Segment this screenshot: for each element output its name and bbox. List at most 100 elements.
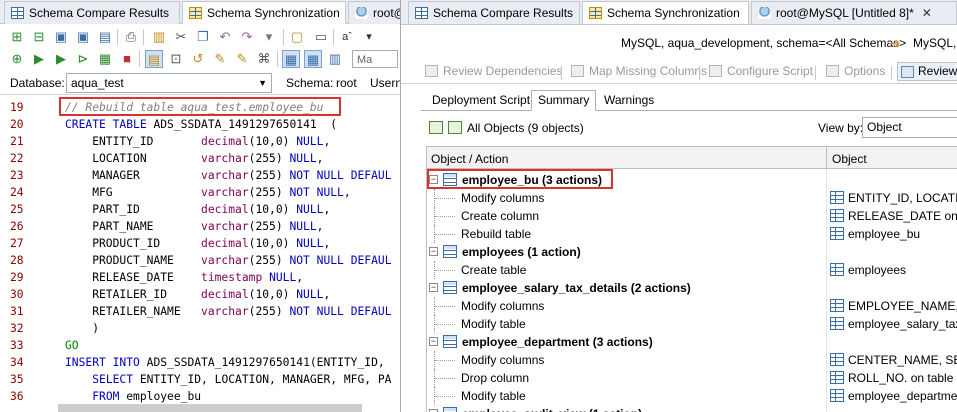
schema-value[interactable]: root [336, 76, 357, 90]
toolbar-separator [117, 29, 118, 45]
tab-root-connection[interactable]: root@ [348, 1, 400, 24]
collapse-all-icon[interactable] [448, 121, 462, 134]
view-by-select[interactable]: Object [862, 117, 957, 138]
horizontal-scrollbar[interactable] [58, 404, 362, 412]
tree-action-row[interactable]: Modify table employee_salary_tax_ [427, 315, 957, 333]
line-number: 31 [10, 305, 24, 318]
expand-all-icon[interactable] [429, 121, 443, 134]
new-query-icon[interactable]: ⊞ [8, 28, 26, 46]
editor-toolbar-2: ⊕ ▶ ▶ ⊳ ▦ ■ ▤ ⊡ ↺ ✎ ✎ ⌘ ▦ ▦ ▥ Ma [0, 47, 400, 71]
copy-icon[interactable]: ❐ [194, 28, 212, 46]
tree-action-row[interactable]: Create table employees [427, 261, 957, 279]
code-line: 28 PRODUCT_NAME varchar(255) NOT NULL DE… [0, 252, 400, 269]
step-map-missing-columns[interactable]: Map Missing Columns [571, 64, 707, 78]
font-decrease-icon[interactable]: ▾ [360, 28, 378, 46]
tree-action-row[interactable]: Rebuild table employee_bu [427, 225, 957, 243]
collapse-toggle-icon[interactable]: − [429, 247, 438, 256]
tab-schema-synchronization[interactable]: Schema Synchronization✕ [582, 1, 749, 24]
column-header-object[interactable]: Object [832, 152, 867, 166]
save-all-icon[interactable]: ▤ [96, 28, 114, 46]
tab-schema-compare-results[interactable]: Schema Compare Results✕ [408, 1, 580, 24]
tree-action-row[interactable]: Modify columns EMPLOYEE_NAME, SAL [427, 297, 957, 315]
target-connection-label: MySQL, a [913, 36, 957, 50]
text-results-icon[interactable]: ▦ [304, 50, 322, 68]
affected-object: RELEASE_DATE on tab [848, 209, 957, 223]
review-dependencies-icon [425, 65, 438, 77]
execute-script-icon[interactable]: ⊕ [8, 50, 26, 68]
tree-action-row[interactable]: Create column RELEASE_DATE on tab [427, 207, 957, 225]
step-separator [815, 66, 816, 80]
code-text: RELEASE_DATE timestamp NULL, [65, 271, 304, 284]
grid-icon [589, 7, 602, 19]
save-icon[interactable]: ▣ [52, 28, 70, 46]
grid-icon [189, 7, 202, 19]
tab-root-mysql-untitled[interactable]: root@MySQL [Untitled 8]* ✕ [751, 1, 957, 24]
column-header-object-action[interactable]: Object / Action [431, 152, 508, 166]
step-configure-script[interactable]: Configure Script [709, 64, 813, 78]
tree-object-row[interactable]: − employee_department (3 actions) [427, 333, 957, 351]
dropdown-icon[interactable]: ▾ [260, 28, 278, 46]
code-text: PART_NAME varchar(255) NULL, [65, 220, 324, 233]
action-label: Modify columns [461, 353, 545, 367]
step-separator [699, 66, 700, 80]
step-options[interactable]: Options [826, 64, 885, 78]
auto-commit-icon[interactable]: ▤ [145, 50, 163, 68]
open-icon[interactable]: ⊟ [30, 28, 48, 46]
column-divider[interactable] [826, 147, 827, 169]
code-editor[interactable]: 19// Rebuild table aqua_test.employee_bu… [0, 96, 400, 412]
close-icon[interactable]: ✕ [177, 2, 179, 24]
sql-editor-panel: Schema Compare Results✕ Schema Synchroni… [0, 0, 400, 412]
search-input[interactable]: Ma [352, 50, 398, 68]
save-as-icon[interactable]: ▣ [74, 28, 92, 46]
print-icon[interactable]: ⎙ [122, 28, 140, 46]
code-line: 29 RELEASE_DATE timestamp NULL, [0, 269, 400, 286]
tree-action-row[interactable]: Modify columns CENTER_NAME, SEMES [427, 351, 957, 369]
tab-summary[interactable]: Summary [531, 90, 597, 111]
tree-action-row[interactable]: Modify table employee_department [427, 387, 957, 405]
source-connection-label: MySQL, aqua_development, schema=<All Sch… [621, 36, 907, 50]
undo-icon[interactable]: ↶ [216, 28, 234, 46]
paste-icon[interactable]: ▥ [150, 28, 168, 46]
line-number: 25 [10, 203, 24, 216]
rollback-icon[interactable]: ↺ [189, 50, 207, 68]
database-selector-row: Database: aqua_test ▼ Schema: root Usern [0, 71, 400, 95]
grid-icon [11, 7, 24, 19]
tree-object-row[interactable]: − employee_salary_tax_details (2 actions) [427, 279, 957, 297]
format-icon[interactable]: ✎ [211, 50, 229, 68]
explain-icon[interactable]: ▦ [96, 50, 114, 68]
collapse-toggle-icon[interactable]: − [429, 283, 438, 292]
wizard-steps: Review Dependencies Map Missing Columns … [401, 60, 957, 84]
tab-deployment-script[interactable]: Deployment Script [425, 90, 537, 111]
cut-icon[interactable]: ✂ [172, 28, 190, 46]
redo-icon[interactable]: ↷ [238, 28, 256, 46]
commit-icon[interactable]: ⊡ [167, 50, 185, 68]
code-line: 26 PART_NAME varchar(255) NULL, [0, 218, 400, 235]
collapse-toggle-icon[interactable]: − [429, 337, 438, 346]
execute-icon[interactable]: ▶ [30, 50, 48, 68]
tools-icon[interactable]: ⌘ [255, 50, 273, 68]
run-selection-icon[interactable]: ⊳ [74, 50, 92, 68]
tree-object-row[interactable]: − employees (1 action) [427, 243, 957, 261]
database-select[interactable]: aqua_test ▼ [66, 73, 272, 93]
tab-schema-synchronization[interactable]: Schema Synchronization✕ [182, 1, 346, 24]
tree-action-row[interactable]: Modify columns ENTITY_ID, LOCATION [427, 189, 957, 207]
execute-current-icon[interactable]: ▶ [52, 50, 70, 68]
tab-schema-compare-results[interactable]: Schema Compare Results✕ [4, 1, 180, 24]
font-size-icon[interactable]: aˆ [338, 28, 356, 46]
object-label: employee_audit_view (1 action) [462, 405, 642, 412]
step-review-dependencies[interactable]: Review Dependencies [425, 64, 562, 78]
close-icon[interactable]: ✕ [748, 2, 749, 24]
find-icon[interactable]: ▢ [288, 28, 306, 46]
close-icon[interactable]: ✕ [922, 2, 932, 24]
toggle-icon[interactable]: ▭ [312, 28, 330, 46]
comment-icon[interactable]: ✎ [233, 50, 251, 68]
line-number: 21 [10, 135, 24, 148]
grid-results-icon[interactable]: ▦ [282, 50, 300, 68]
tree-object-row[interactable]: −employee_audit_view (1 action) [427, 405, 957, 412]
tree-action-row[interactable]: Drop column ROLL_NO. on table em [427, 369, 957, 387]
code-text: PRODUCT_NAME varchar(255) NOT NULL DEFAU… [65, 254, 392, 267]
step-review[interactable]: Review [897, 62, 957, 81]
split-results-icon[interactable]: ▥ [326, 50, 344, 68]
stop-icon[interactable]: ■ [118, 50, 136, 68]
tab-warnings[interactable]: Warnings [597, 90, 661, 111]
